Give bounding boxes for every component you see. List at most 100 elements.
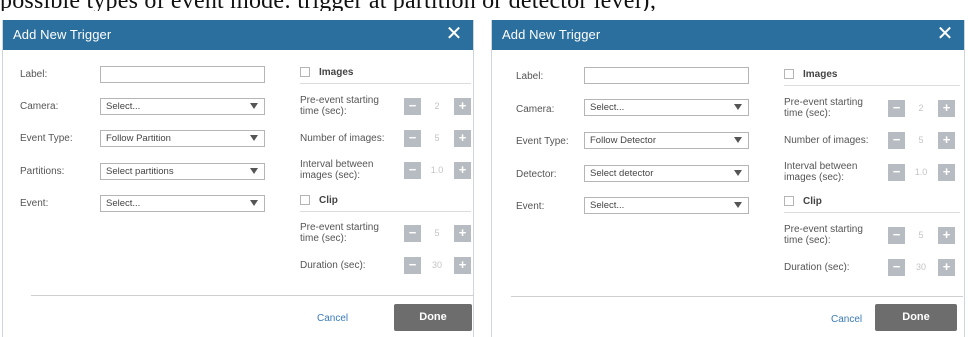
images-pre-event-value[interactable]: 2 [906,100,936,117]
detector-select-value: Select detector [590,168,654,179]
duration-value[interactable]: 30 [422,257,452,274]
chevron-down-icon [250,135,258,141]
images-pre-event-label: Pre-event starting time (sec): [300,95,379,117]
footer-divider [511,296,963,297]
number-of-images-label: Number of images: [784,135,869,146]
number-of-images-value[interactable]: 5 [906,132,936,149]
plus-icon[interactable]: + [454,98,471,115]
plus-icon[interactable]: + [454,162,471,179]
camera-field-label: Camera: [20,101,59,112]
done-button[interactable]: Done [875,304,957,331]
minus-icon[interactable]: − [404,130,421,147]
images-checkbox[interactable] [300,67,310,77]
event-select[interactable]: Select... [100,195,265,212]
clip-pre-event-value[interactable]: 5 [422,225,452,242]
close-icon[interactable]: ✕ [934,23,956,45]
add-trigger-dialog-partition: Add New Trigger ✕ Label: Camera: Select.… [2,20,474,337]
images-section-title: Images [803,69,838,80]
divider [300,211,471,212]
plus-icon[interactable]: + [938,259,955,276]
interval-between-images-value[interactable]: 1.0 [906,164,936,181]
document-text-fragment: possible types of event mode: trigger at… [0,0,968,11]
dialog-header: Add New Trigger ✕ [3,20,473,50]
close-icon[interactable]: ✕ [443,23,465,45]
label-input[interactable] [584,67,749,84]
chevron-down-icon [250,200,258,206]
divider [784,85,960,86]
number-of-images-value[interactable]: 5 [422,130,452,147]
plus-icon[interactable]: + [938,164,955,181]
images-pre-event-label: Pre-event starting time (sec): [784,97,863,119]
clip-section-title: Clip [803,196,822,207]
detector-field-label: Detector: [516,169,557,180]
label-input[interactable] [100,66,265,83]
chevron-down-icon [734,137,742,143]
camera-select[interactable]: Select... [100,98,265,115]
plus-icon[interactable]: + [938,227,955,244]
camera-select-value: Select... [590,102,625,113]
event-type-select-value: Follow Detector [590,135,656,146]
partitions-select[interactable]: Select partitions [100,163,265,180]
plus-icon[interactable]: + [454,225,471,242]
event-field-label: Event: [20,198,49,209]
done-button[interactable]: Done [394,304,472,331]
event-select-value: Select... [106,198,141,209]
clip-pre-event-value[interactable]: 5 [906,227,936,244]
plus-icon[interactable]: + [454,130,471,147]
dialog-title: Add New Trigger [502,27,601,42]
clip-section-title: Clip [319,195,338,206]
chevron-down-icon [250,103,258,109]
plus-icon[interactable]: + [454,257,471,274]
detector-select[interactable]: Select detector [584,165,749,182]
duration-label: Duration (sec): [784,262,850,273]
interval-between-images-label: Interval between images (sec): [784,161,858,183]
divider [784,212,960,213]
event-select-value: Select... [590,200,625,211]
camera-select-value: Select... [106,101,141,112]
plus-icon[interactable]: + [938,100,955,117]
cancel-button[interactable]: Cancel [317,313,348,324]
divider [300,83,471,84]
event-type-select-value: Follow Partition [106,133,171,144]
duration-value[interactable]: 30 [906,259,936,276]
minus-icon[interactable]: − [888,164,905,181]
dialog-title: Add New Trigger [13,27,112,42]
label-field-label: Label: [20,69,48,80]
clip-checkbox[interactable] [300,195,310,205]
minus-icon[interactable]: − [888,259,905,276]
camera-select[interactable]: Select... [584,99,749,116]
number-of-images-label: Number of images: [300,133,385,144]
clip-pre-event-label: Pre-event starting time (sec): [300,222,379,244]
partitions-field-label: Partitions: [20,166,65,177]
event-type-field-label: Event Type: [516,136,569,147]
minus-icon[interactable]: − [404,257,421,274]
chevron-down-icon [734,170,742,176]
interval-between-images-label: Interval between images (sec): [300,159,374,181]
footer-divider [31,295,473,296]
add-trigger-dialog-detector: Add New Trigger ✕ Label: Camera: Select.… [491,20,965,337]
clip-checkbox[interactable] [784,196,794,206]
label-field-label: Label: [516,71,544,82]
camera-field-label: Camera: [516,104,555,115]
partitions-select-value: Select partitions [106,166,174,177]
clip-pre-event-label: Pre-event starting time (sec): [784,224,863,246]
interval-between-images-value[interactable]: 1.0 [422,162,452,179]
event-select[interactable]: Select... [584,197,749,214]
minus-icon[interactable]: − [404,225,421,242]
chevron-down-icon [734,202,742,208]
minus-icon[interactable]: − [888,132,905,149]
chevron-down-icon [734,104,742,110]
event-type-select[interactable]: Follow Detector [584,132,749,149]
dialog-header: Add New Trigger ✕ [492,20,964,50]
chevron-down-icon [250,168,258,174]
minus-icon[interactable]: − [404,162,421,179]
plus-icon[interactable]: + [938,132,955,149]
minus-icon[interactable]: − [888,100,905,117]
cancel-button[interactable]: Cancel [831,314,862,325]
event-type-select[interactable]: Follow Partition [100,130,265,147]
duration-label: Duration (sec): [300,260,366,271]
images-pre-event-value[interactable]: 2 [422,98,452,115]
minus-icon[interactable]: − [888,227,905,244]
minus-icon[interactable]: − [404,98,421,115]
images-checkbox[interactable] [784,69,794,79]
